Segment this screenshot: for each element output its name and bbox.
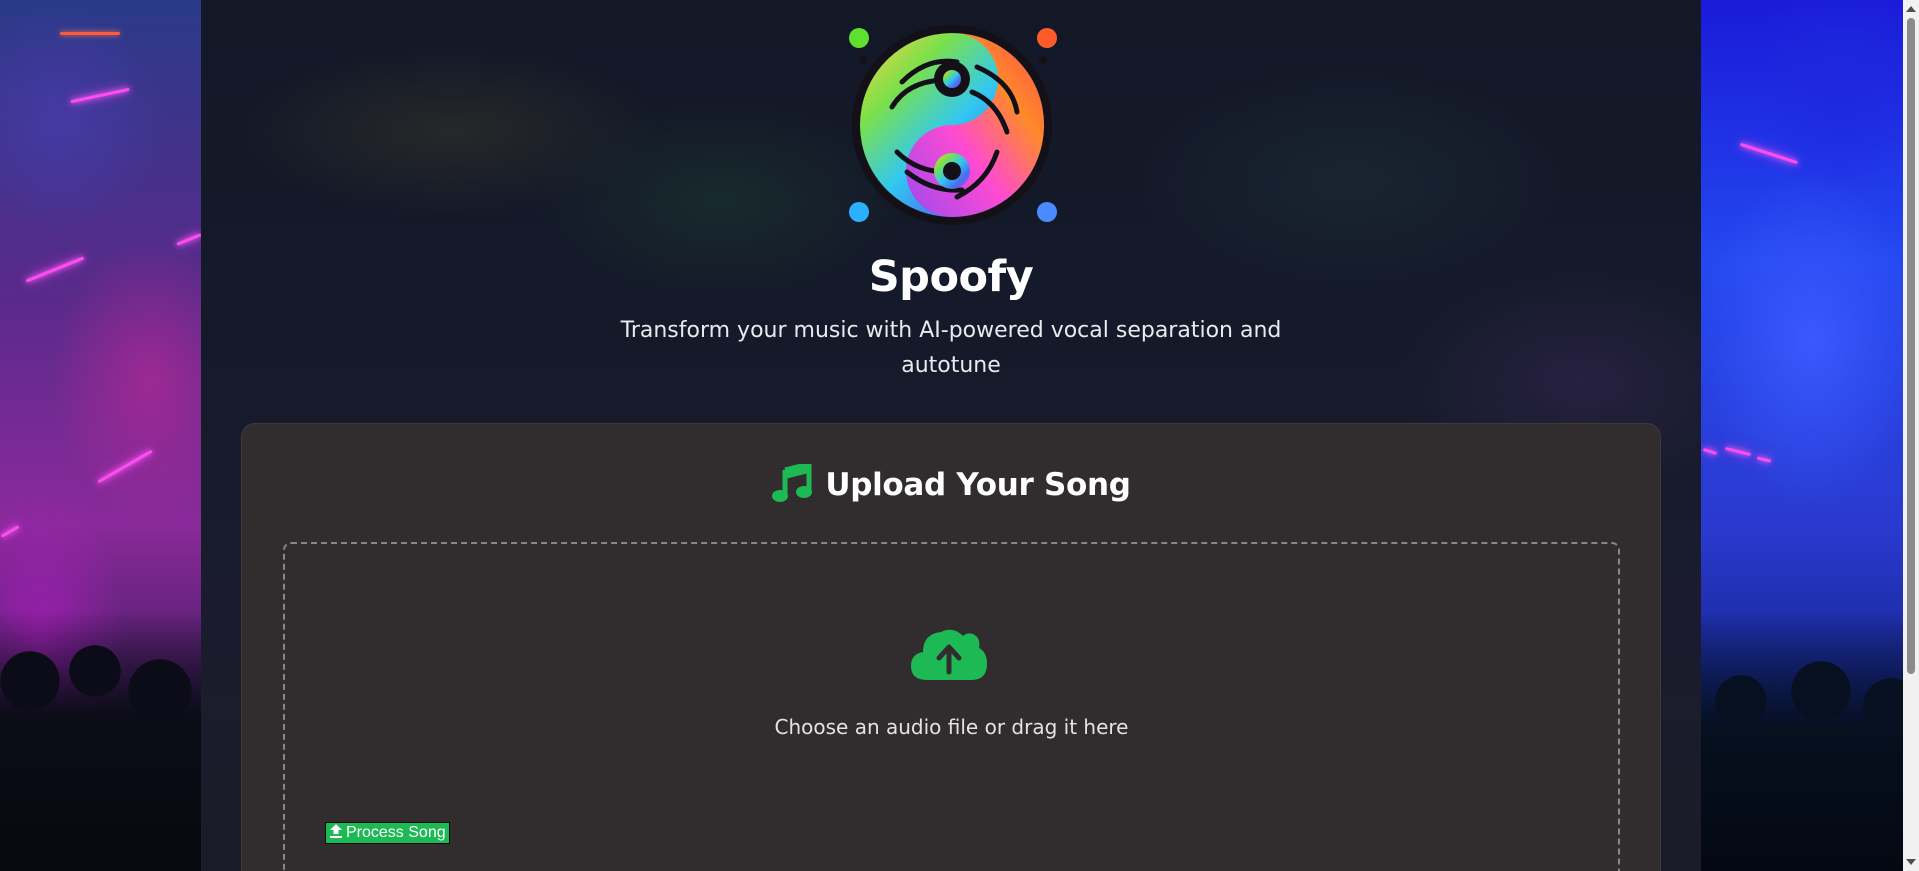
upload-card-title: Upload Your Song [825,467,1131,503]
music-note-icon [771,461,813,506]
process-song-label: Process Song [346,824,446,841]
scroll-down-icon[interactable] [1906,859,1916,865]
upload-card-header: Upload Your Song [242,461,1660,506]
concert-background-left [0,0,201,871]
upload-icon [329,823,343,844]
yin-yang-music-logo-icon [847,22,1057,232]
app-subtitle: Transform your music with AI-powered voc… [620,318,1282,378]
scrollbar-thumb[interactable] [1907,18,1915,674]
upload-card: Upload Your Song Choose an audio file or… [241,423,1661,871]
crowd-silhouette [1701,611,1919,871]
vertical-scrollbar[interactable] [1903,0,1919,871]
concert-background-right [1701,0,1919,871]
cloud-upload-icon [909,624,989,684]
crowd-silhouette [0,611,201,871]
dropzone-text: Choose an audio file or drag it here [774,715,1129,739]
app-title: Spoofy [868,252,1034,302]
file-dropzone[interactable]: Choose an audio file or drag it here Pro… [283,542,1620,871]
scroll-up-icon[interactable] [1906,6,1916,12]
process-song-button[interactable]: Process Song [325,822,450,844]
page: Spoofy Transform your music with AI-powe… [0,0,1919,871]
